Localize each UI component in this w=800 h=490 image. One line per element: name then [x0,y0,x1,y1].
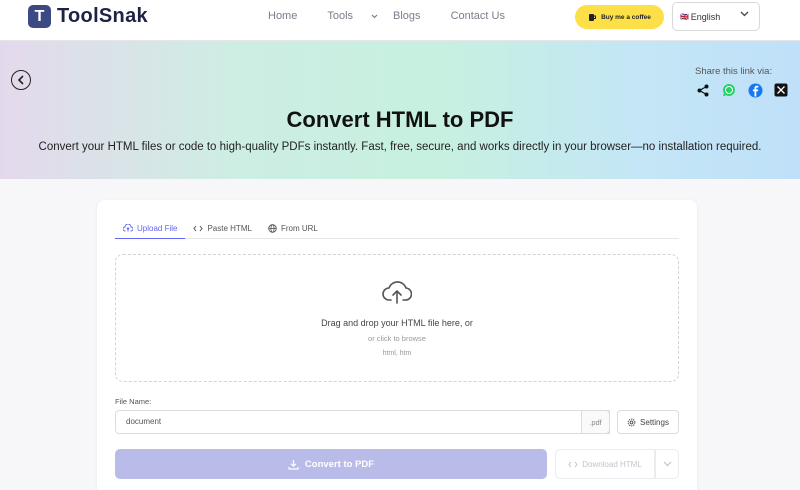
share-icons [695,82,789,98]
language-select[interactable]: 🇬🇧 English [672,2,760,31]
x-icon[interactable] [773,82,789,98]
page-subtitle: Convert your HTML files or code to high-… [38,141,762,153]
download-options-button[interactable] [655,449,679,479]
logo-text: ToolSnak [57,5,148,27]
nav-home[interactable]: Home [268,10,312,22]
file-name-label: File Name: [115,397,152,406]
main-nav: Home Tools Blogs Contact Us [268,10,535,22]
dropzone-text: Drag and drop your HTML file here, or [321,318,473,328]
code-icon [568,461,578,467]
whatsapp-icon[interactable] [721,82,737,98]
code-icon [193,225,204,232]
tab-upload-label: Upload File [137,223,178,233]
settings-button[interactable]: Settings [617,410,679,434]
converter-card: Upload File Paste HTML From URL Drag and… [97,200,697,490]
tab-paste-label: Paste HTML [207,224,252,233]
nav-blogs[interactable]: Blogs [393,10,436,22]
cloud-upload-icon [123,224,133,232]
download-html-button[interactable]: Download HTML [555,449,655,479]
tab-upload-file[interactable]: Upload File [115,218,186,239]
convert-label: Convert to PDF [304,458,375,470]
hero-banner: Share this link via: Convert HTML to PDF… [0,41,800,179]
share-icon[interactable] [695,82,711,98]
page-title: Convert HTML to PDF [286,107,514,132]
download-label: Download HTML [582,459,642,469]
file-extension: .pdf [581,410,610,434]
facebook-icon[interactable] [747,82,763,98]
tab-url-label: From URL [280,224,318,233]
uk-flag-icon: 🇬🇧 [680,13,689,21]
dropzone-file-types: html, htm [382,350,412,357]
input-tabs: Upload File Paste HTML From URL [115,218,679,239]
language-selected: English [690,11,721,22]
nav-tools-label: Tools [327,10,354,22]
nav-home-label: Home [268,10,298,22]
tab-paste-html[interactable]: Paste HTML [185,218,259,239]
coffee-cup-icon [589,14,597,21]
tab-from-url[interactable]: From URL [260,218,326,239]
file-dropzone[interactable]: Drag and drop your HTML file here, or or… [115,254,679,382]
buy-coffee-label: Buy me a coffee [601,13,651,21]
dropzone-browse-text: or click to browse [368,334,426,343]
logo-mark: T [28,5,51,28]
settings-label: Settings [640,417,669,427]
share-label: Share this link via: [695,66,773,77]
convert-to-pdf-button[interactable]: Convert to PDF [115,449,547,479]
cloud-upload-icon [382,281,412,304]
buy-coffee-button[interactable]: Buy me a coffee [575,5,664,29]
top-header: T ToolSnak Home Tools Blogs Contact Us B… [0,0,800,41]
nav-contact-label: Contact Us [450,10,505,22]
nav-contact[interactable]: Contact Us [451,10,520,22]
nav-tools[interactable]: Tools [327,10,378,22]
logo[interactable]: T ToolSnak [28,5,148,28]
gear-icon [627,418,636,426]
chevron-down-icon [663,461,671,467]
chevron-left-icon [17,75,24,85]
globe-icon [268,224,277,233]
back-button[interactable] [11,70,31,90]
file-name-input[interactable]: document [115,410,610,434]
nav-blogs-label: Blogs [393,10,421,22]
chevron-down-icon [740,11,749,17]
chevron-down-icon [371,14,378,18]
download-icon [288,459,299,470]
